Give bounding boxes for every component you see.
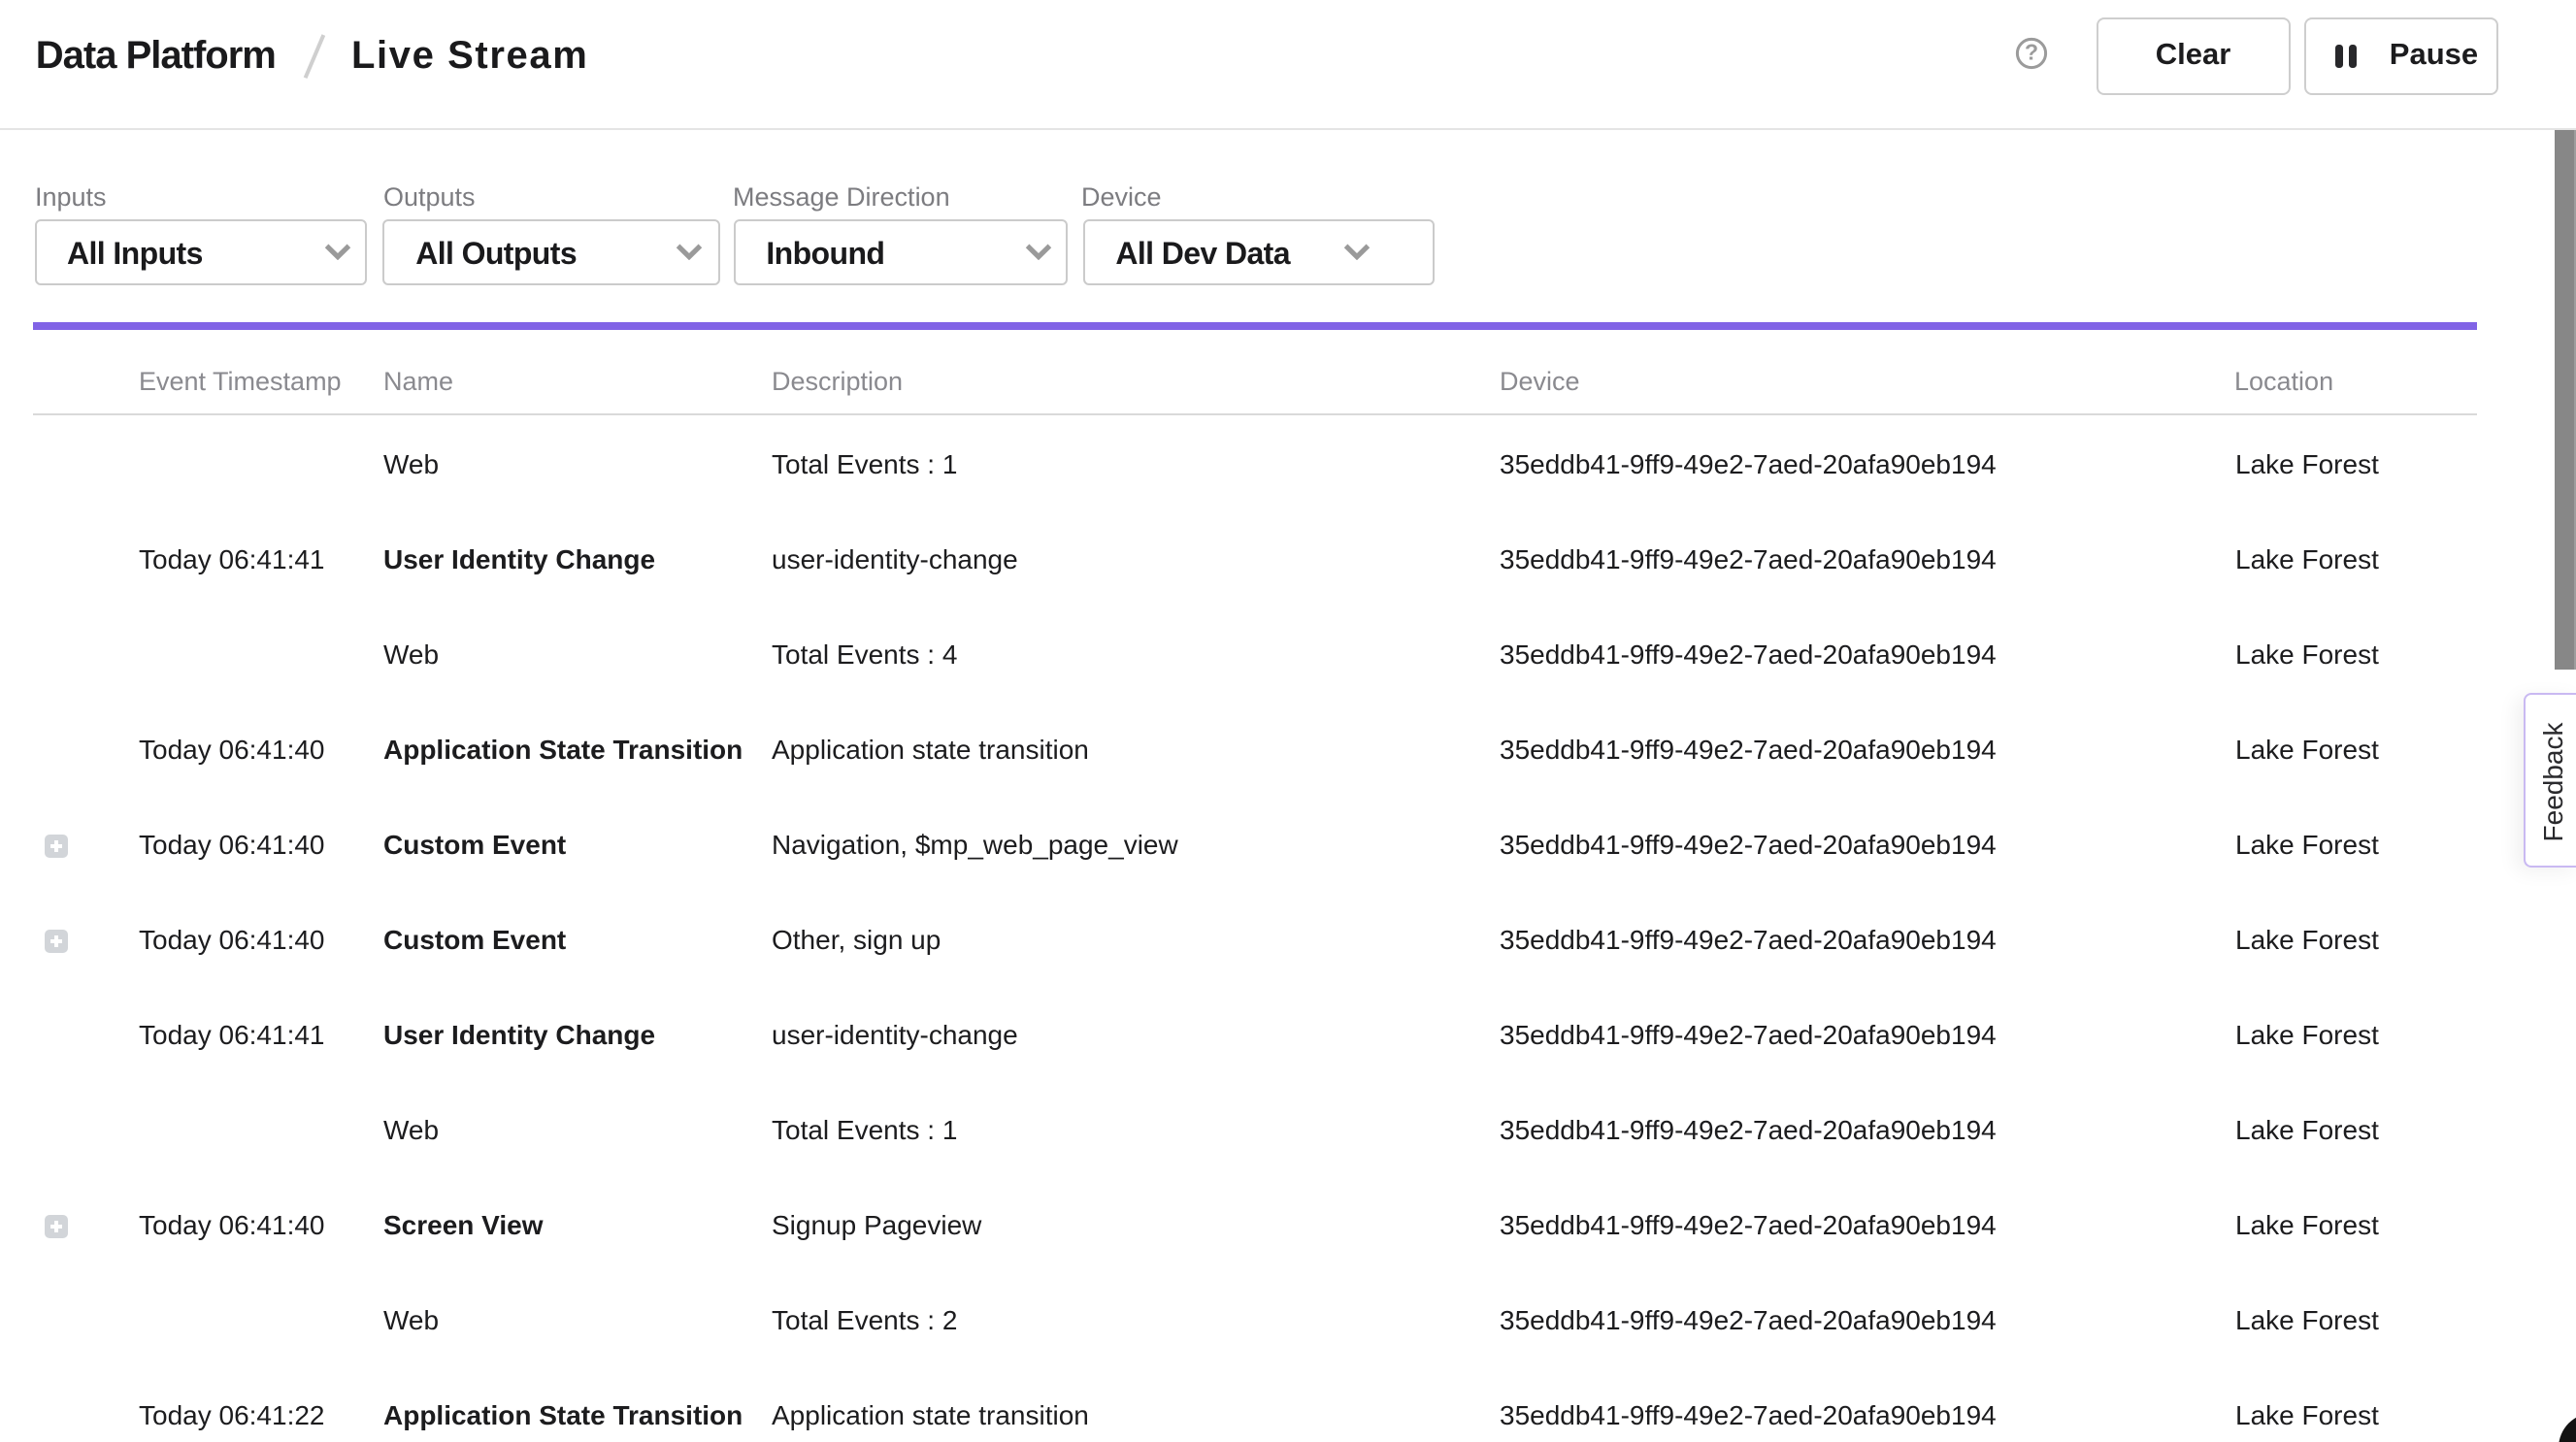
svg-text:?: ? bbox=[2025, 40, 2038, 65]
